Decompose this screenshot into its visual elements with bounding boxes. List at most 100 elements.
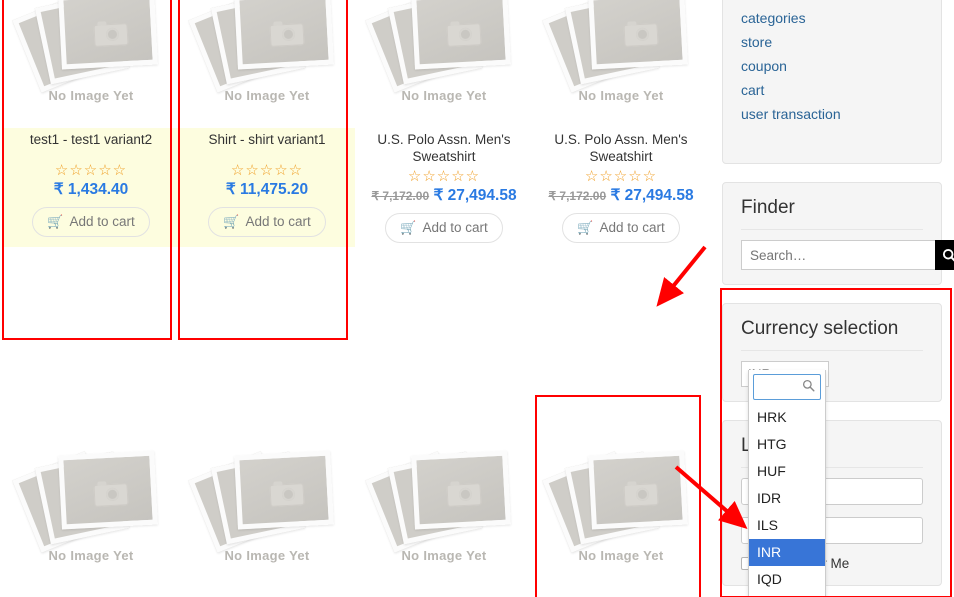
cart-icon: 🛒 xyxy=(47,213,64,229)
product-name: test1 - test1 variant2 xyxy=(29,132,153,147)
sidebar-item-cart[interactable]: cart xyxy=(741,79,923,103)
product-card[interactable]: No Image Yet xyxy=(178,400,356,588)
product-new-price: ₹ 27,494.58 xyxy=(433,186,517,204)
sidebar-item-categories[interactable]: categories xyxy=(741,7,923,31)
product-card[interactable]: No Image Yet xyxy=(355,400,533,588)
cart-icon: 🛒 xyxy=(577,219,594,235)
finder-panel: Finder xyxy=(722,182,954,285)
currency-option-inr[interactable]: INR xyxy=(749,539,825,566)
product-name: U.S. Polo Assn. Men's Sweatshirt xyxy=(554,132,688,164)
product-price: ₹ 7,172.00 ₹ 27,494.58 xyxy=(355,186,533,205)
cart-icon: 🛒 xyxy=(223,213,240,229)
sidebar-nav-list: Products categories store coupon cart us… xyxy=(741,0,923,127)
rating-stars: ☆☆☆☆☆ xyxy=(407,167,481,185)
no-image-label: No Image Yet xyxy=(578,88,664,103)
add-to-cart-button[interactable]: 🛒 Add to cart xyxy=(385,212,503,243)
product-card[interactable]: No Image Yet U.S. Polo Assn. Men's Sweat… xyxy=(355,0,533,253)
currency-option-hrk[interactable]: HRK xyxy=(749,404,825,431)
product-price: ₹ 11,475.20 xyxy=(225,181,309,198)
product-old-price: ₹ 7,172.00 xyxy=(548,188,607,203)
no-image-placeholder: No Image Yet xyxy=(12,429,166,563)
sidebar-link-categories[interactable]: categories xyxy=(741,10,806,26)
currency-option-htg[interactable]: HTG xyxy=(749,431,825,458)
no-image-label: No Image Yet xyxy=(401,548,487,563)
product-card[interactable]: No Image Yet test1 - test1 variant2 ☆☆☆☆… xyxy=(2,0,180,247)
product-new-price: ₹ 27,494.58 xyxy=(610,186,694,204)
no-image-placeholder: No Image Yet xyxy=(542,429,696,563)
currency-dropdown-search[interactable] xyxy=(753,374,821,400)
product-price: ₹ 1,434.40 xyxy=(53,181,129,198)
no-image-label: No Image Yet xyxy=(48,88,134,103)
currency-option-huf[interactable]: HUF xyxy=(749,458,825,485)
finder-search-row xyxy=(741,240,954,270)
product-thumbnail[interactable]: No Image Yet xyxy=(2,0,180,128)
sidebar-item-user-transaction[interactable]: user transaction xyxy=(741,103,923,127)
finder-title: Finder xyxy=(741,197,923,230)
no-image-placeholder: No Image Yet xyxy=(365,0,519,103)
product-thumbnail[interactable]: No Image Yet xyxy=(178,400,356,588)
camera-icon xyxy=(446,483,482,507)
no-image-label: No Image Yet xyxy=(401,88,487,103)
product-thumbnail[interactable]: No Image Yet xyxy=(532,400,710,588)
no-image-label: No Image Yet xyxy=(224,548,310,563)
product-price: ₹ 7,172.00 ₹ 27,494.58 xyxy=(532,186,710,205)
rating-stars: ☆☆☆☆☆ xyxy=(230,162,304,179)
currency-dropdown[interactable]: HRK HTG HUF IDR ILS INR IQD IRR xyxy=(748,370,826,597)
sidebar-nav-panel: Products categories store coupon cart us… xyxy=(722,0,942,164)
product-thumbnail[interactable]: No Image Yet xyxy=(355,0,533,128)
currency-option-idr[interactable]: IDR xyxy=(749,485,825,512)
no-image-placeholder: No Image Yet xyxy=(365,429,519,563)
product-thumbnail[interactable]: No Image Yet xyxy=(355,400,533,588)
product-thumbnail[interactable]: No Image Yet xyxy=(532,0,710,128)
product-name: Shirt - shirt variant1 xyxy=(208,132,326,147)
sidebar-link-coupon[interactable]: coupon xyxy=(741,58,787,74)
no-image-placeholder: No Image Yet xyxy=(188,0,342,103)
currency-option-irr[interactable]: IRR xyxy=(749,593,825,597)
search-icon xyxy=(942,248,954,261)
product-card[interactable]: No Image Yet xyxy=(2,400,180,588)
camera-icon xyxy=(623,23,659,47)
camera-icon xyxy=(93,23,129,47)
page-root: No Image Yet test1 - test1 variant2 ☆☆☆☆… xyxy=(0,0,954,597)
sidebar-link-store[interactable]: store xyxy=(741,34,772,50)
add-to-cart-button[interactable]: 🛒 Add to cart xyxy=(562,212,680,243)
sidebar-link-user-transaction[interactable]: user transaction xyxy=(741,106,841,122)
no-image-label: No Image Yet xyxy=(224,88,310,103)
currency-title: Currency selection xyxy=(741,318,923,351)
camera-icon xyxy=(446,23,482,47)
add-to-cart-button[interactable]: 🛒 Add to cart xyxy=(32,206,150,237)
sidebar-item-store[interactable]: store xyxy=(741,31,923,55)
camera-icon xyxy=(269,23,305,47)
currency-option-ils[interactable]: ILS xyxy=(749,512,825,539)
product-old-price: ₹ 7,172.00 xyxy=(371,188,430,203)
cart-icon: 🛒 xyxy=(400,219,417,235)
no-image-label: No Image Yet xyxy=(578,548,664,563)
product-grid: No Image Yet test1 - test1 variant2 ☆☆☆☆… xyxy=(0,0,710,597)
no-image-placeholder: No Image Yet xyxy=(542,0,696,103)
product-card[interactable]: No Image Yet U.S. Polo Assn. Men's Sweat… xyxy=(532,0,710,253)
sidebar-item-coupon[interactable]: coupon xyxy=(741,55,923,79)
product-name: U.S. Polo Assn. Men's Sweatshirt xyxy=(377,132,511,164)
product-thumbnail[interactable]: No Image Yet xyxy=(178,0,356,128)
rating-stars: ☆☆☆☆☆ xyxy=(584,167,658,185)
search-input[interactable] xyxy=(741,240,935,270)
add-to-cart-button[interactable]: 🛒 Add to cart xyxy=(208,206,326,237)
add-to-cart-label: Add to cart xyxy=(69,214,135,230)
rating-stars: ☆☆☆☆☆ xyxy=(54,162,128,179)
currency-option-list[interactable]: HRK HTG HUF IDR ILS INR IQD IRR xyxy=(749,404,825,597)
sidebar-link-products[interactable]: Products xyxy=(741,0,796,2)
no-image-placeholder: No Image Yet xyxy=(188,429,342,563)
no-image-label: No Image Yet xyxy=(48,548,134,563)
add-to-cart-label: Add to cart xyxy=(422,220,488,236)
search-button[interactable] xyxy=(935,240,954,270)
search-icon xyxy=(802,379,815,395)
add-to-cart-label: Add to cart xyxy=(245,214,311,230)
currency-option-iqd[interactable]: IQD xyxy=(749,566,825,593)
sidebar-item-products[interactable]: Products xyxy=(741,0,923,7)
product-card[interactable]: No Image Yet xyxy=(532,400,710,588)
sidebar-link-cart[interactable]: cart xyxy=(741,82,764,98)
product-card[interactable]: No Image Yet Shirt - shirt variant1 ☆☆☆☆… xyxy=(178,0,356,247)
camera-icon xyxy=(623,483,659,507)
product-thumbnail[interactable]: No Image Yet xyxy=(2,400,180,588)
add-to-cart-label: Add to cart xyxy=(599,220,665,236)
